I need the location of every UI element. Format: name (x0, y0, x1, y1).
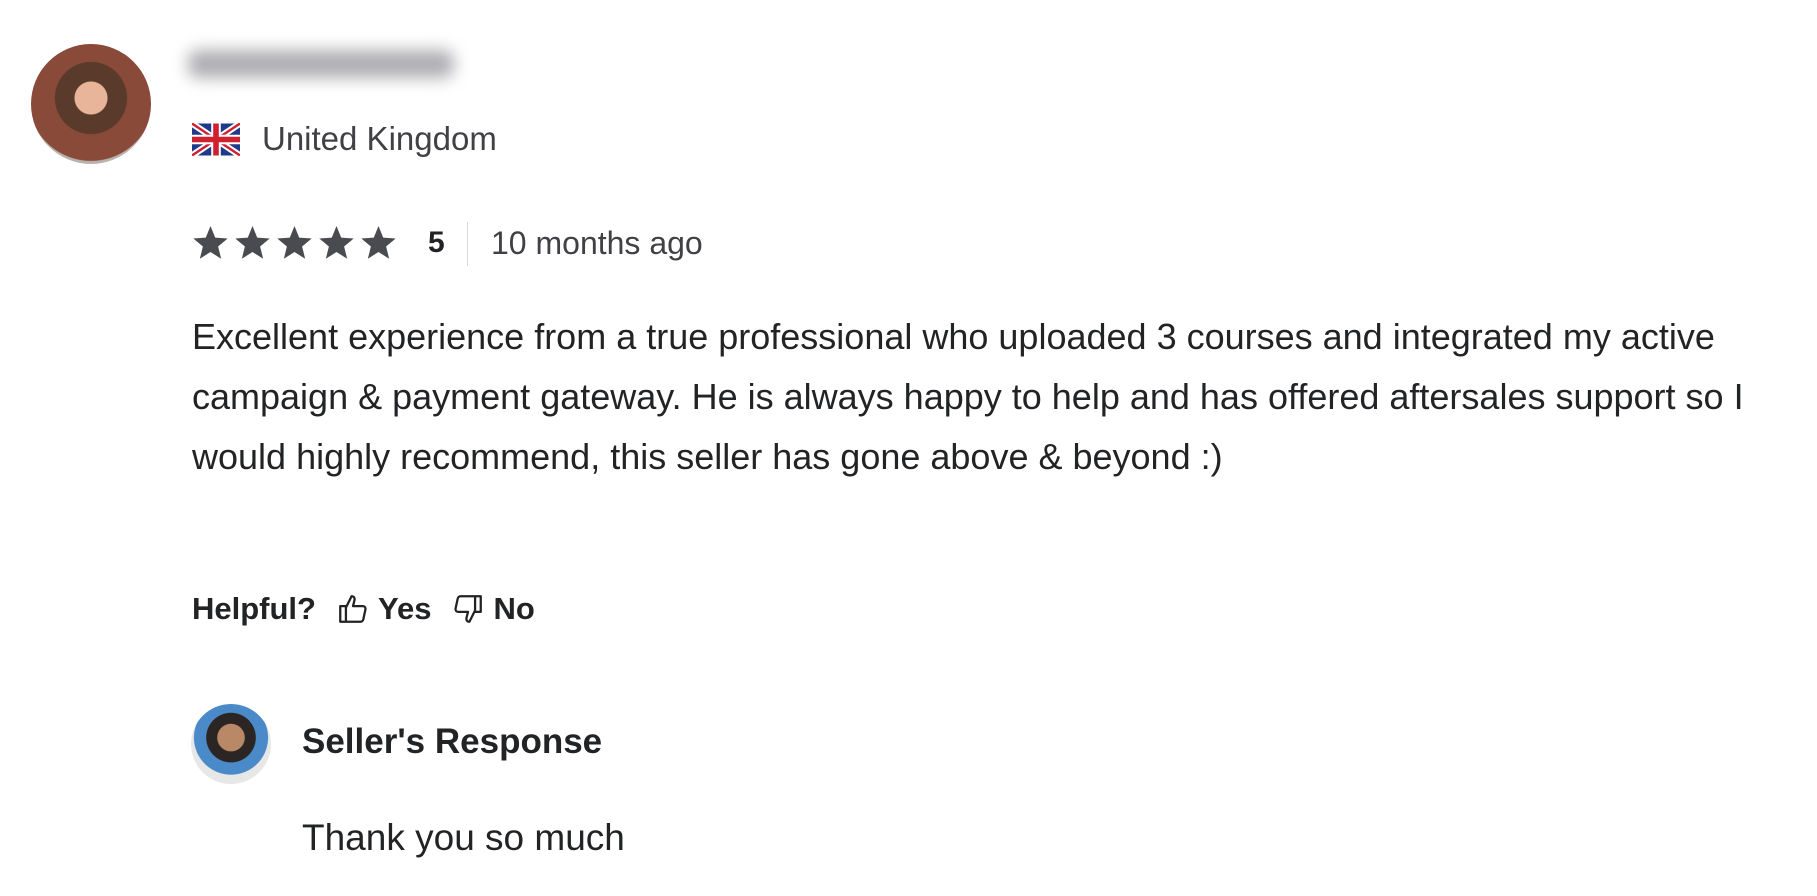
thumbs-down-icon (454, 595, 483, 623)
star-rating (192, 226, 397, 261)
uk-flag-icon (192, 123, 240, 156)
review-text: Excellent experience from a true profess… (192, 316, 1744, 477)
helpful-label: Helpful? (192, 591, 316, 626)
seller-response-text: Thank you so much (302, 817, 625, 858)
no-label: No (493, 591, 535, 626)
reviewer-name-blurred (188, 50, 454, 78)
star-icon (277, 226, 312, 259)
star-icon (361, 226, 396, 259)
seller-response-title: Seller's Response (302, 722, 603, 761)
thumbs-up-icon (339, 595, 367, 623)
helpful-yes-button[interactable]: Yes (336, 591, 431, 627)
helpful-section: Helpful? Yes No (192, 591, 535, 627)
star-icon (319, 226, 354, 259)
seller-avatar[interactable] (191, 704, 271, 784)
star-icon (193, 226, 228, 259)
divider (467, 222, 468, 266)
rating-value: 5 (428, 226, 445, 259)
helpful-no-button[interactable]: No (451, 591, 535, 627)
star-icon (235, 226, 270, 259)
review-time: 10 months ago (491, 225, 703, 261)
reviewer-country: United Kingdom (262, 120, 497, 157)
yes-label: Yes (378, 591, 432, 626)
reviewer-avatar[interactable] (31, 44, 151, 164)
